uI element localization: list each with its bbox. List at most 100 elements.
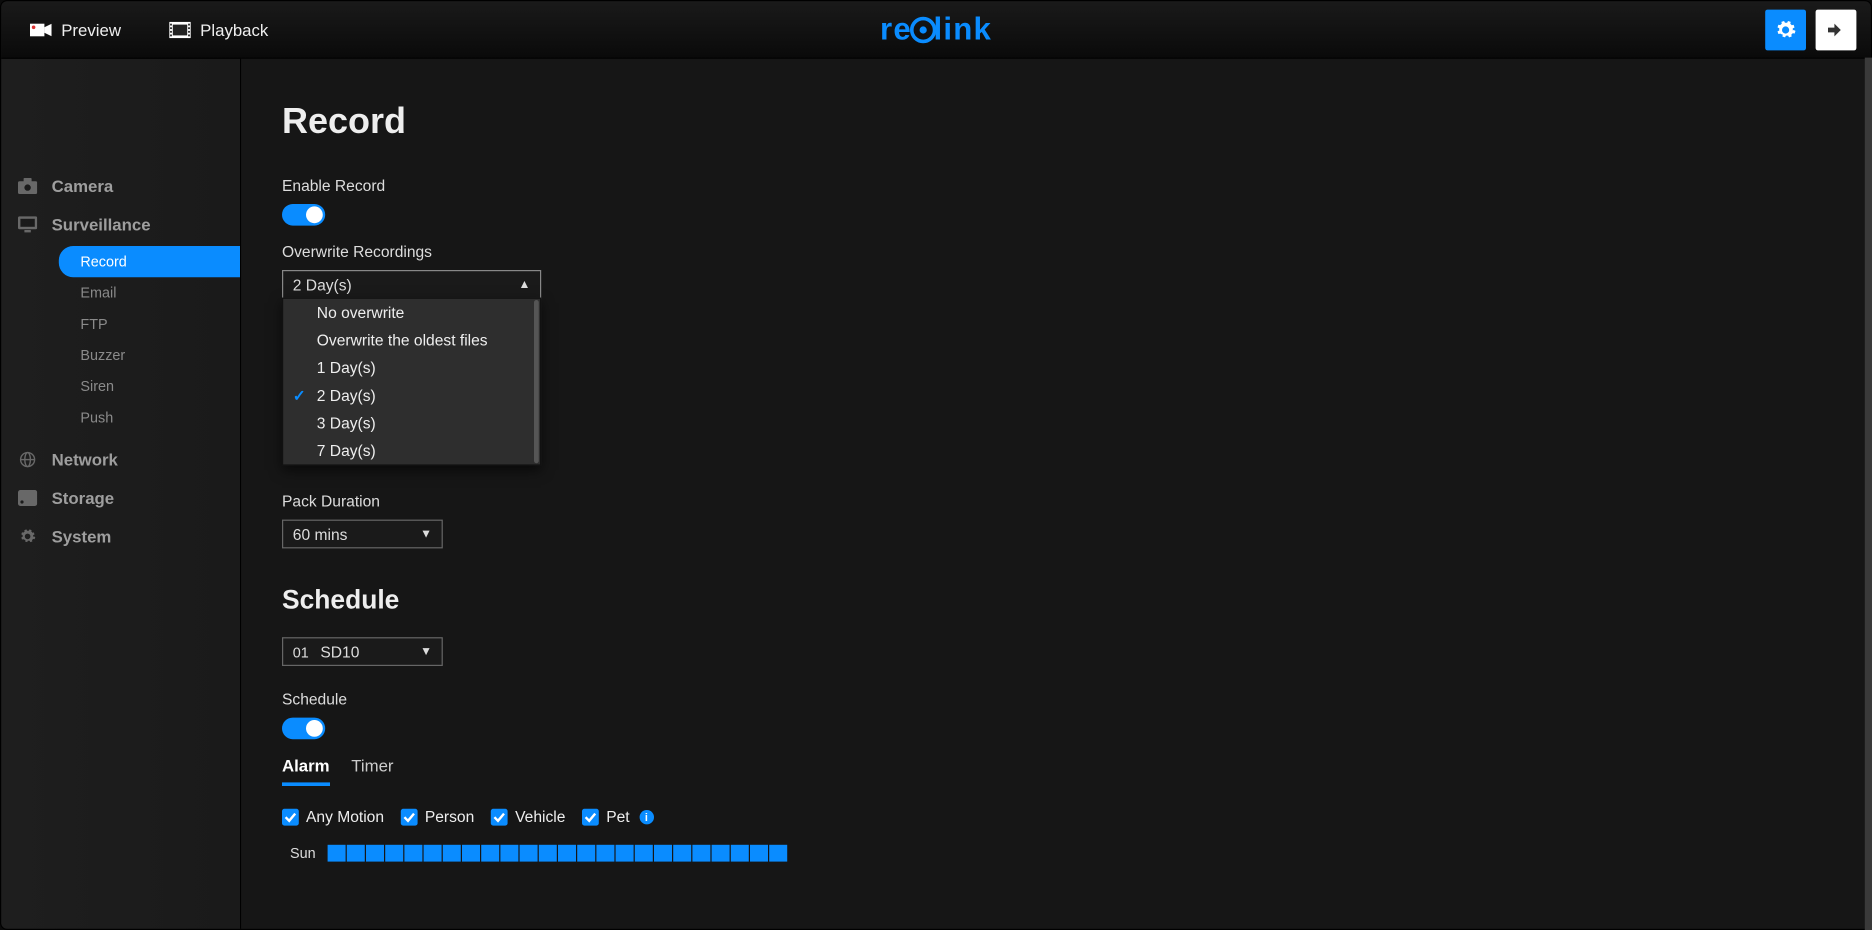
schedule-hour-cell[interactable] (500, 845, 518, 862)
page-title: Record (282, 102, 1871, 143)
schedule-hour-cell[interactable] (673, 845, 691, 862)
schedule-hour-cell[interactable] (443, 845, 461, 862)
schedule-hours[interactable] (328, 845, 788, 862)
checkbox-person[interactable]: Person (401, 808, 474, 826)
schedule-hour-cell[interactable] (692, 845, 710, 862)
sidebar-label: Storage (52, 488, 115, 507)
schedule-hour-cell[interactable] (347, 845, 365, 862)
sidebar-sub-ftp[interactable]: FTP (64, 308, 240, 339)
camera-icon (30, 21, 52, 38)
sidebar-label: Surveillance (52, 215, 151, 234)
overwrite-dropdown: No overwrite Overwrite the oldest files … (282, 298, 541, 466)
exit-button[interactable] (1816, 9, 1857, 50)
schedule-hour-cell[interactable] (769, 845, 787, 862)
schedule-hour-cell[interactable] (462, 845, 480, 862)
enable-record-label: Enable Record (282, 176, 1871, 194)
schedule-hour-cell[interactable] (635, 845, 653, 862)
sidebar-item-storage[interactable]: Storage (1, 479, 240, 517)
caret-down-icon: ▼ (420, 645, 432, 658)
tab-alarm[interactable]: Alarm (282, 749, 330, 786)
schedule-hour-cell[interactable] (424, 845, 442, 862)
sidebar-sub-email[interactable]: Email (64, 277, 240, 308)
schedule-hour-cell[interactable] (596, 845, 614, 862)
pack-duration-select[interactable]: 60 mins ▼ (282, 520, 443, 549)
schedule-hour-cell[interactable] (712, 845, 730, 862)
content-scrollbar[interactable] (1865, 58, 1872, 930)
sidebar-label: Camera (52, 176, 114, 195)
tab-timer[interactable]: Timer (351, 749, 393, 786)
enable-record-toggle[interactable] (282, 204, 325, 226)
checkbox-any-motion[interactable]: Any Motion (282, 808, 384, 826)
preview-button[interactable]: Preview (30, 20, 121, 39)
overwrite-label: Overwrite Recordings (282, 242, 1871, 260)
sidebar-sub-buzzer[interactable]: Buzzer (64, 340, 240, 371)
checkbox-vehicle[interactable]: Vehicle (491, 808, 565, 826)
checkbox-label: Person (425, 808, 474, 826)
schedule-hour-cell[interactable] (539, 845, 557, 862)
caret-up-icon: ▲ (519, 278, 531, 291)
globe-icon (18, 451, 37, 468)
camera-select[interactable]: 01 SD10 ▼ (282, 637, 443, 666)
schedule-hour-cell[interactable] (520, 845, 538, 862)
checkbox-icon (491, 808, 508, 825)
logo-eye-icon (909, 16, 935, 42)
dropdown-scrollbar[interactable] (534, 300, 539, 463)
sidebar-item-surveillance[interactable]: Surveillance (1, 205, 240, 243)
arrow-right-icon (1826, 20, 1845, 39)
schedule-hour-cell[interactable] (750, 845, 768, 862)
preview-label: Preview (61, 20, 121, 39)
camera-number: 01 (293, 644, 309, 661)
camera-name: SD10 (320, 643, 359, 661)
schedule-hour-cell[interactable] (616, 845, 634, 862)
pack-duration-value: 60 mins (293, 525, 348, 543)
info-icon[interactable]: i (639, 809, 653, 823)
checkbox-pet[interactable]: Pet i (582, 808, 653, 826)
sidebar-sub-record[interactable]: Record (59, 246, 240, 277)
schedule-hour-cell[interactable] (731, 845, 749, 862)
checkbox-icon (582, 808, 599, 825)
schedule-hour-cell[interactable] (328, 845, 346, 862)
overwrite-option[interactable]: Overwrite the oldest files (283, 326, 540, 354)
overwrite-option[interactable]: 1 Day(s) (283, 354, 540, 382)
settings-button[interactable] (1765, 9, 1806, 50)
schedule-hour-cell[interactable] (654, 845, 672, 862)
overwrite-select[interactable]: 2 Day(s) ▲ (282, 270, 541, 299)
day-label: Sun (282, 845, 316, 862)
checkbox-label: Pet (606, 808, 629, 826)
sidebar-item-camera[interactable]: Camera (1, 167, 240, 205)
camera-nav-icon (18, 178, 37, 195)
playback-button[interactable]: Playback (169, 20, 268, 39)
sidebar-label: Network (52, 450, 118, 469)
monitor-icon (18, 216, 37, 233)
checkbox-label: Vehicle (515, 808, 565, 826)
sidebar-sub-push[interactable]: Push (64, 402, 240, 433)
overwrite-option[interactable]: 7 Day(s) (283, 437, 540, 465)
caret-down-icon: ▼ (420, 527, 432, 540)
schedule-hour-cell[interactable] (577, 845, 595, 862)
checkbox-icon (401, 808, 418, 825)
checkbox-icon (282, 808, 299, 825)
schedule-hour-cell[interactable] (558, 845, 576, 862)
storage-icon (18, 490, 37, 507)
top-bar: Preview Playback relink (1, 1, 1871, 59)
schedule-toggle[interactable] (282, 718, 325, 740)
schedule-hour-cell[interactable] (385, 845, 403, 862)
sidebar-label: System (52, 527, 112, 546)
schedule-hour-cell[interactable] (404, 845, 422, 862)
content-area: Record Enable Record Overwrite Recording… (241, 59, 1871, 929)
overwrite-option[interactable]: 3 Day(s) (283, 409, 540, 437)
schedule-hour-cell[interactable] (481, 845, 499, 862)
film-icon (169, 21, 191, 38)
overwrite-option[interactable]: No overwrite (283, 299, 540, 327)
playback-label: Playback (200, 20, 268, 39)
sidebar-item-network[interactable]: Network (1, 440, 240, 478)
gear-nav-icon (18, 528, 37, 545)
sidebar: Camera Surveillance Record Email FTP Buz… (1, 59, 241, 929)
schedule-row-sun: Sun (282, 845, 1871, 862)
overwrite-value: 2 Day(s) (293, 275, 352, 293)
schedule-toggle-label: Schedule (282, 690, 1871, 708)
sidebar-item-system[interactable]: System (1, 517, 240, 555)
sidebar-sub-siren[interactable]: Siren (64, 371, 240, 402)
overwrite-option[interactable]: 2 Day(s) (283, 382, 540, 410)
schedule-hour-cell[interactable] (366, 845, 384, 862)
